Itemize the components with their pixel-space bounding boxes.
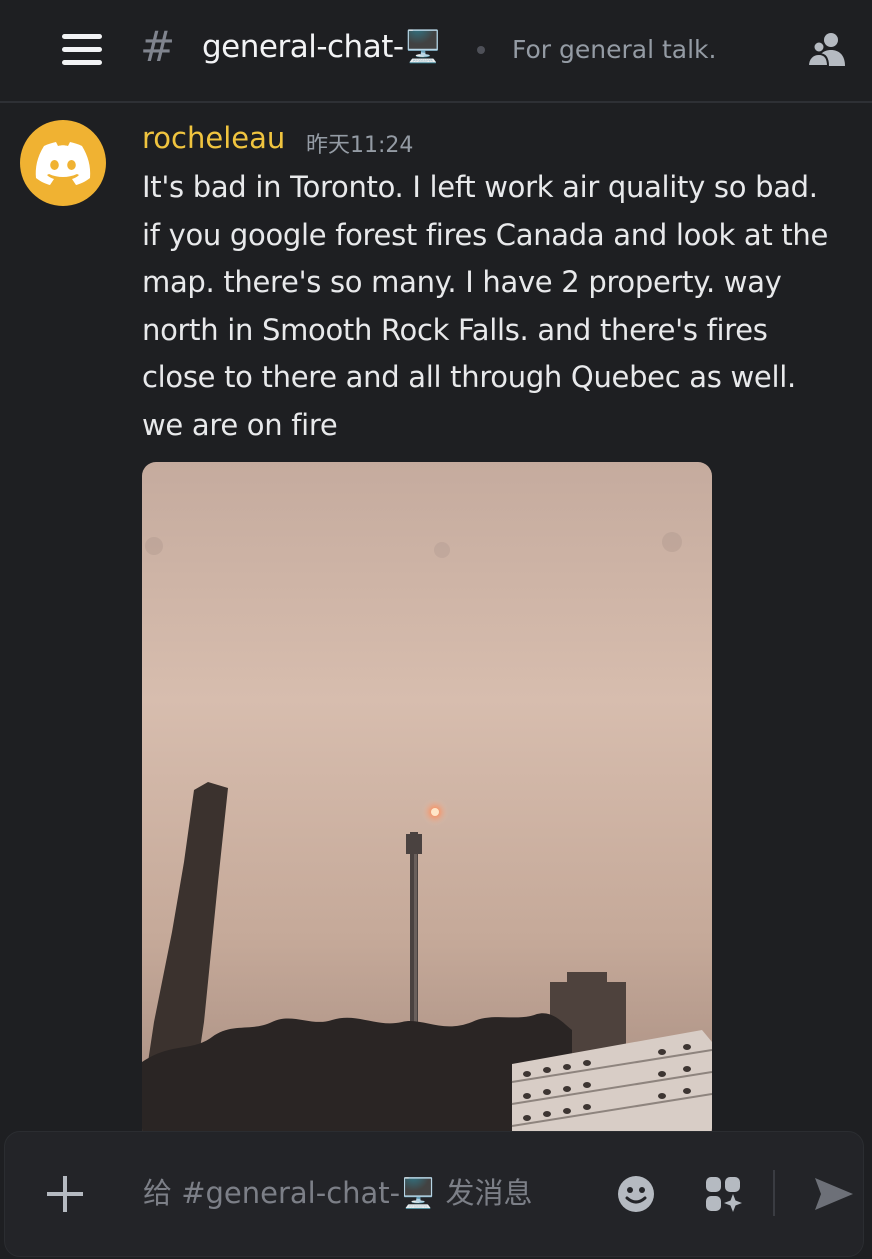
plus-icon[interactable] [45,1174,85,1214]
message-timestamp: 昨天11:24 [306,133,414,158]
message-composer: 给 #general-chat-🖥️ 发消息 [4,1131,864,1257]
smoky-sky-photo [142,462,712,1142]
image-attachment[interactable] [142,462,712,1142]
message-text: It's bad in Toronto. I left work air qua… [142,170,829,442]
avatar[interactable] [20,120,106,206]
apps-icon[interactable] [703,1174,745,1214]
message-author[interactable]: rocheleau [142,121,285,155]
members-icon[interactable] [806,28,850,72]
emoji-icon[interactable] [616,1174,656,1214]
send-icon[interactable] [811,1174,855,1214]
separator-dot [477,46,485,54]
channel-hash-icon: # [140,22,176,71]
channel-name[interactable]: general-chat-🖥️ [202,28,442,65]
channel-header: # general-chat-🖥️ For general talk. [0,0,872,103]
message-input[interactable]: 给 #general-chat-🖥️ 发消息 [143,1170,583,1214]
discord-logo-icon [35,142,91,185]
hamburger-menu-icon[interactable] [62,34,106,66]
composer-divider [773,1170,775,1216]
channel-topic[interactable]: For general talk. [512,35,716,64]
